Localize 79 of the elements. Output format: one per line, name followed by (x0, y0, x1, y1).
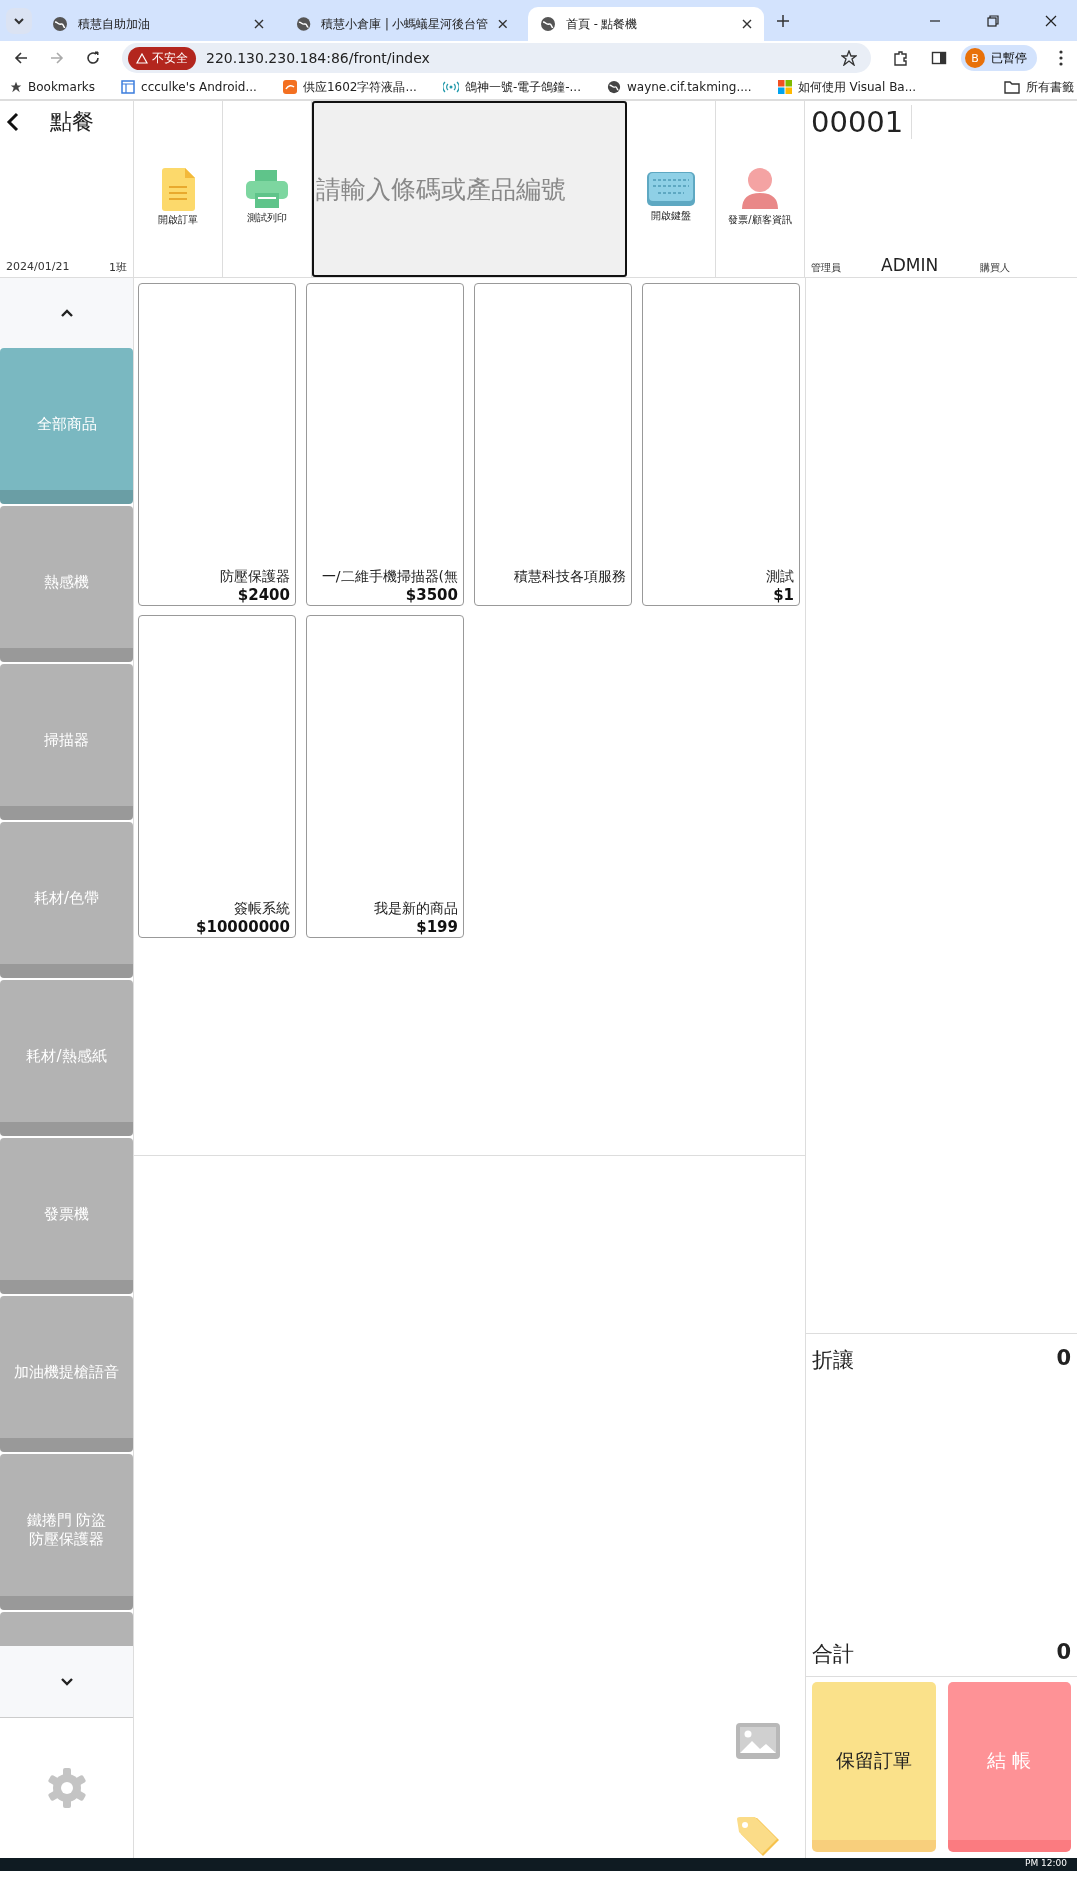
security-badge[interactable]: 不安全 (128, 46, 196, 70)
hold-order-button[interactable]: 保留訂單 (812, 1682, 936, 1852)
product-price: $3500 (405, 586, 458, 604)
close-icon[interactable] (1045, 14, 1057, 27)
folder-icon (1004, 80, 1021, 94)
close-icon[interactable] (742, 19, 752, 29)
menu-icon[interactable] (1059, 50, 1063, 66)
product-name: 測試 (766, 568, 794, 586)
product-price: $2400 (237, 586, 290, 604)
globe-icon (52, 16, 68, 32)
bookmark-link[interactable]: Bookmarks (10, 80, 96, 94)
bookmark-folder[interactable]: 所有書籤 (1004, 78, 1075, 96)
tab-search-icon[interactable] (6, 7, 32, 34)
bookmark-link[interactable]: ccculke's Android... (121, 80, 257, 94)
back-icon[interactable] (14, 51, 28, 65)
url-text: 220.130.230.184:86/front/index (206, 50, 431, 66)
profile-button[interactable]: B 已暫停 (961, 45, 1037, 71)
product-name: 防壓保護器 (220, 568, 290, 586)
extensions-icon[interactable] (893, 50, 909, 66)
staff-label: 管理員 (811, 261, 841, 275)
date-text: 2024/01/21 (6, 260, 70, 275)
caret-icon (60, 1677, 73, 1686)
keyboard-icon (646, 171, 696, 207)
page-icon (121, 80, 136, 94)
windows-logo-icon (777, 80, 792, 94)
printer-icon (245, 169, 289, 209)
barcode-search-field[interactable]: 請輸入條碼或產品編號 (312, 101, 627, 277)
star-icon (10, 81, 22, 93)
clock-text: PM 12:00 (1025, 1858, 1067, 1869)
staff-name: ADMIN (881, 255, 939, 275)
product-price: $10000000 (196, 918, 290, 936)
discount-label: 折讓 (812, 1347, 854, 1374)
shift-text: 1班 (109, 260, 127, 275)
back-icon[interactable] (6, 112, 20, 132)
caret-icon (60, 309, 73, 317)
product-card[interactable]: 防壓保護器 $2400 (138, 283, 296, 606)
total-value: 0 (1056, 1640, 1071, 1666)
bookmark-link[interactable]: 如何使用 Visual Ba... (777, 78, 917, 96)
close-icon[interactable] (498, 19, 508, 29)
globe-icon (296, 16, 312, 32)
product-card[interactable]: 簽帳系統 $10000000 (138, 615, 296, 938)
bookmark-link[interactable]: 鴿神一號-電子鴿鐘-... (442, 78, 581, 96)
signal-icon (442, 81, 459, 93)
product-card[interactable]: 積慧科技各項服務 (474, 283, 632, 606)
browser-tab[interactable]: 積慧小倉庫 | 小螞蟻星河後台管 (284, 7, 520, 41)
product-card[interactable]: 我是新的商品 $199 (306, 615, 464, 938)
bookmark-link[interactable]: wayne.cif.takming.... (607, 80, 752, 94)
product-price: $199 (416, 918, 458, 936)
product-card[interactable]: 一/二維手機掃描器(無 $3500 (306, 283, 464, 606)
product-name: 我是新的商品 (374, 900, 458, 918)
product-name: 簽帳系統 (234, 900, 290, 918)
warning-icon (136, 52, 148, 64)
toolbar-button[interactable]: 發票/顧客資訊 (716, 101, 805, 277)
product-price: $1 (773, 586, 794, 604)
total-label: 合計 (812, 1641, 854, 1668)
address-field[interactable]: 不安全 220.130.230.184:86/front/index (122, 43, 871, 73)
order-number: 00001 (811, 105, 913, 139)
buyer-label: 購買人 (980, 261, 1011, 275)
app-icon (282, 80, 297, 94)
person-icon (740, 167, 780, 211)
restore-icon[interactable] (987, 14, 999, 27)
globe-icon (607, 80, 621, 94)
product-card[interactable]: 測試 $1 (642, 283, 800, 606)
globe-icon (540, 16, 556, 32)
discount-value: 0 (1056, 1346, 1071, 1372)
side-panel-icon[interactable] (931, 50, 947, 66)
product-name: 一/二維手機掃描器(無 (321, 568, 458, 586)
product-name: 積慧科技各項服務 (514, 568, 626, 586)
star-icon[interactable] (841, 50, 857, 66)
toolbar-button[interactable]: 開啟鍵盤 (627, 101, 716, 277)
browser-tab[interactable]: 首頁 - 點餐機 (528, 7, 764, 41)
new-tab-icon[interactable] (776, 13, 790, 28)
bookmark-link[interactable]: 供应1602字符液晶... (282, 78, 417, 96)
reload-icon[interactable] (86, 51, 100, 65)
close-icon[interactable] (254, 19, 264, 29)
document-icon (160, 167, 196, 211)
toolbar-button[interactable]: 開啟訂單 (134, 101, 223, 277)
page-title: 點餐 (50, 108, 94, 136)
browser-tab[interactable]: 積慧自助加油 (40, 7, 276, 41)
